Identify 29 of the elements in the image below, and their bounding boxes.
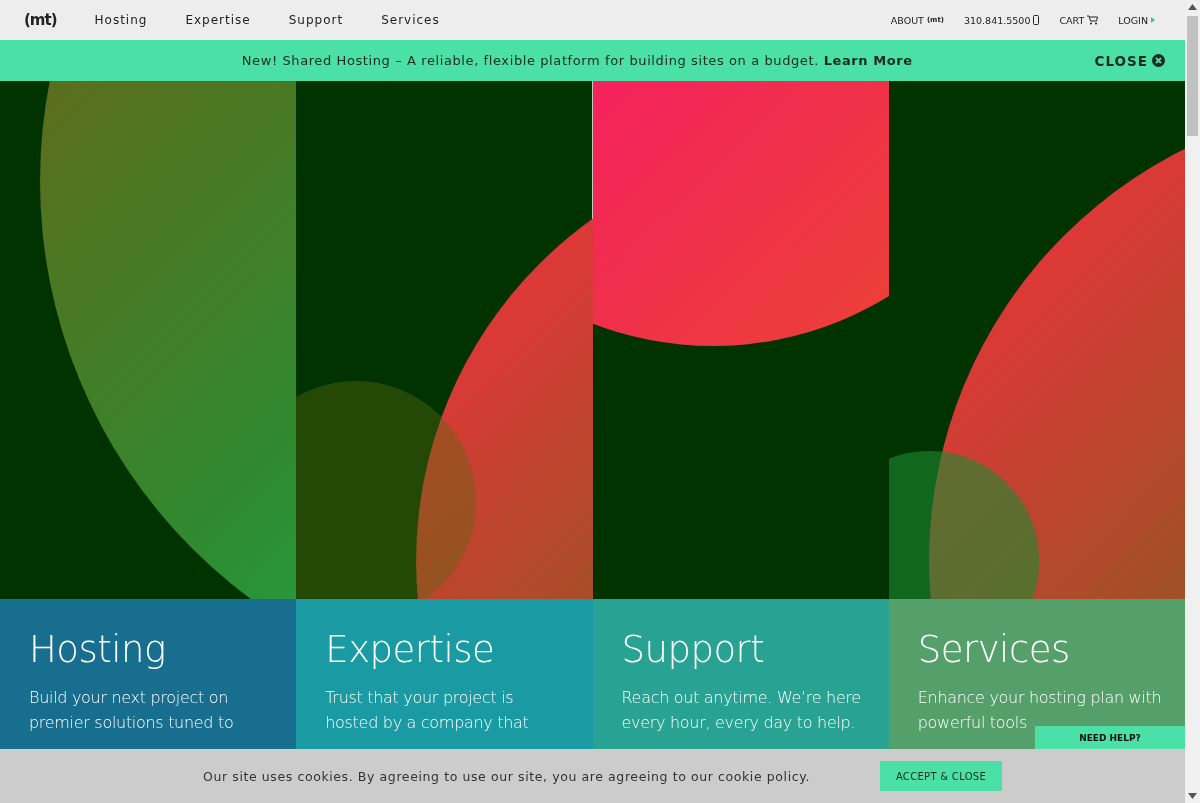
card-title: Hosting: [29, 627, 167, 673]
need-help-button[interactable]: NEED HELP?: [1035, 726, 1185, 749]
close-icon: [1152, 54, 1165, 67]
card-description: Trust that your project is hosted by a company that: [325, 687, 530, 734]
cart-icon: [1087, 15, 1099, 25]
card-title: Expertise: [325, 627, 496, 673]
nav-link[interactable]: Hosting: [94, 13, 148, 27]
card-title: Support: [621, 627, 766, 673]
login-link[interactable]: LOGIN: [1118, 14, 1155, 26]
nav-link[interactable]: Expertise: [185, 13, 251, 27]
card[interactable]: Hosting Build your next project on premier solutions tuned to: [0, 599, 297, 749]
card-title: Services: [917, 627, 1071, 673]
scroll-thumb[interactable]: [1187, 16, 1198, 136]
close-button[interactable]: CLOSE: [1094, 52, 1165, 69]
learn-more-link[interactable]: Learn More: [823, 53, 913, 68]
cart-link[interactable]: CART: [1059, 14, 1099, 26]
card-description: Reach out anytime. We’re here every hour, every day to help.: [621, 687, 862, 734]
logo[interactable]: (mt): [24, 11, 57, 29]
cookie-text: Our site uses cookies. By agreeing to use our site, you are agreeing to our cookie policy.: [203, 768, 810, 784]
promo-text: New! Shared Hosting – A reliable, flexible platform for building sites on a budget.: [241, 53, 819, 68]
nav-link[interactable]: Services: [381, 13, 440, 27]
nav-link[interactable]: Support: [288, 13, 344, 27]
card-description: Build your next project on premier solutions tuned to: [29, 687, 235, 734]
caret-icon: [1151, 17, 1155, 23]
phone-icon: [1033, 15, 1040, 25]
accept-button[interactable]: ACCEPT & CLOSE: [880, 761, 1002, 791]
scroll-down-icon[interactable]: [1188, 793, 1197, 799]
phone-link[interactable]: 310.841.5500: [963, 14, 1040, 26]
scroll-up-icon[interactable]: [1188, 4, 1197, 10]
